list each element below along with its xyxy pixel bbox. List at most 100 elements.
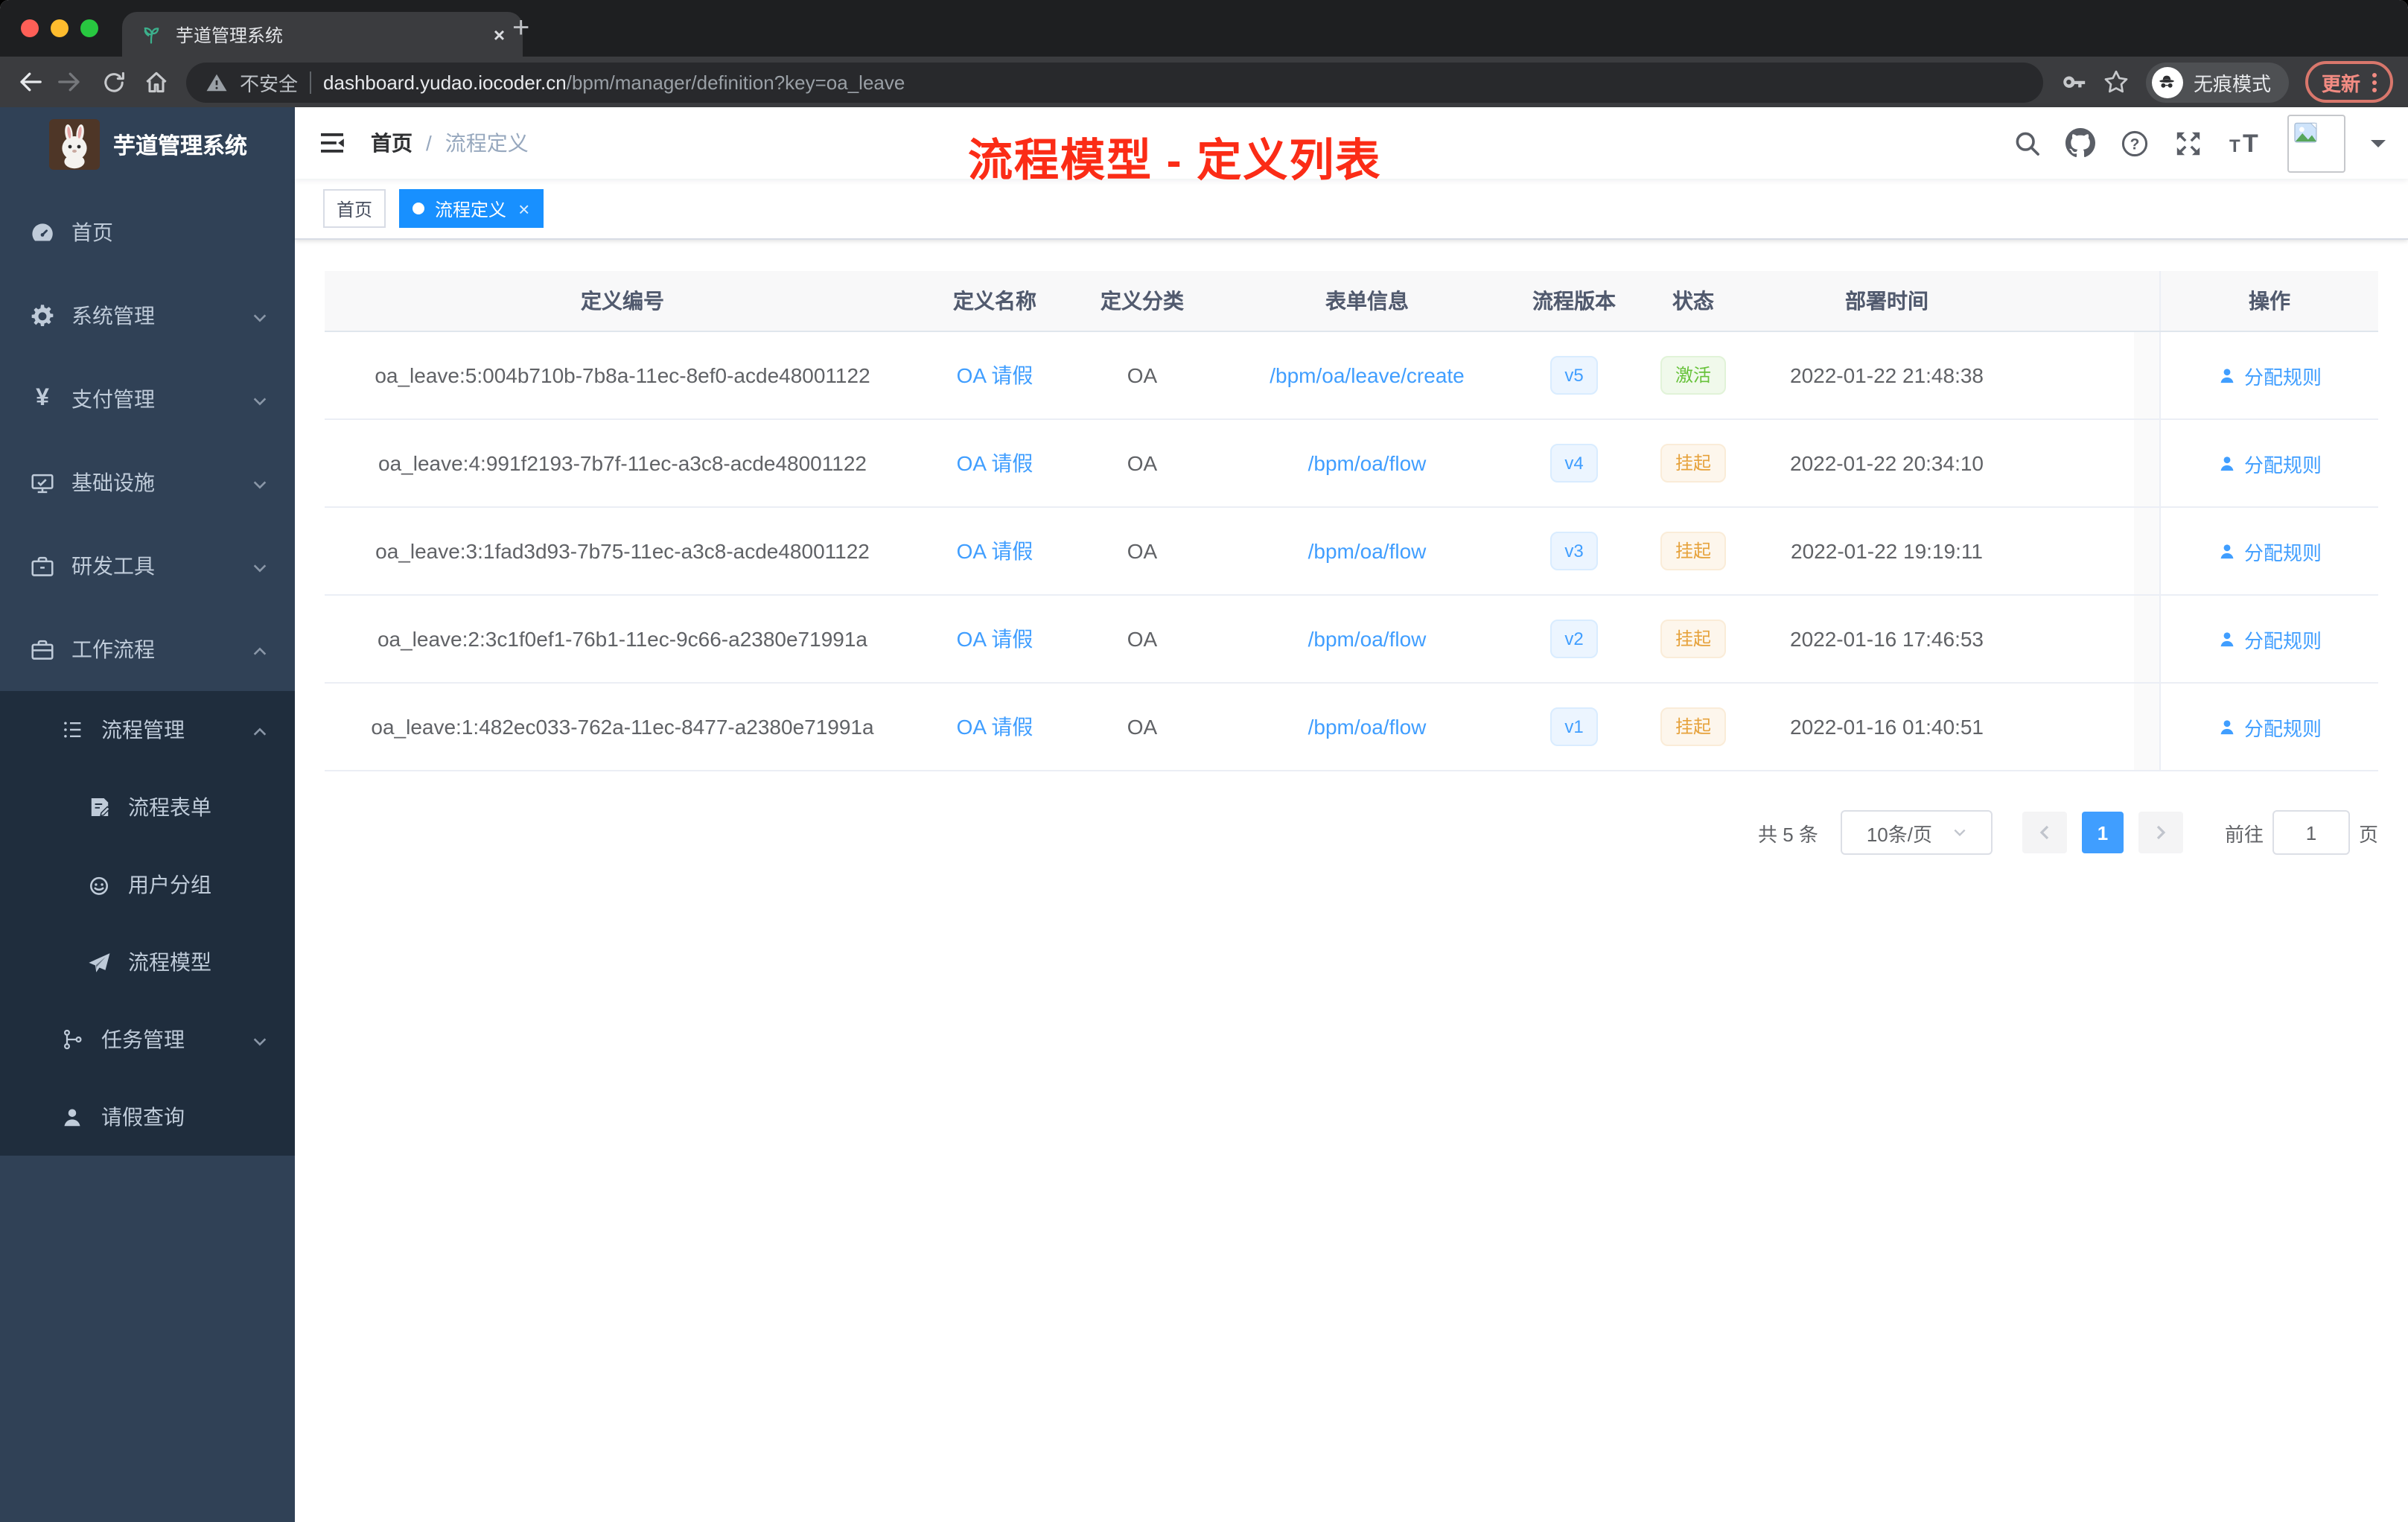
reload-icon[interactable]: [101, 69, 127, 95]
browser-menu-icon[interactable]: [2372, 72, 2377, 92]
back-icon[interactable]: [15, 69, 42, 95]
cell-form-link[interactable]: /bpm/oa/flow: [1308, 627, 1427, 651]
breadcrumb-home[interactable]: 首页: [371, 128, 413, 158]
cell-definition-name-link[interactable]: OA 请假: [957, 712, 1033, 742]
assign-rule-button[interactable]: 分配规则: [2217, 713, 2322, 741]
user-icon: [60, 1104, 85, 1130]
search-icon[interactable]: [2013, 130, 2040, 156]
cell-form-link[interactable]: /bpm/oa/flow: [1308, 539, 1427, 563]
minimize-window-button[interactable]: [51, 19, 69, 37]
sidebar-item-label: 首页: [71, 220, 113, 244]
address-bar[interactable]: 不安全 dashboard.yudao.iocoder.cn/bpm/manag…: [186, 62, 2043, 102]
cell-deploy-time: 2022-01-22 20:34:10: [1790, 451, 1984, 475]
column-header: 操作: [2159, 271, 2378, 331]
sidebar-item-task-management[interactable]: 任务管理: [0, 1001, 295, 1078]
tab-title: 芋道管理系统: [176, 25, 284, 45]
cell-form-link[interactable]: /bpm/oa/leave/create: [1270, 363, 1465, 387]
tag-home[interactable]: 首页: [323, 189, 386, 228]
assign-rule-button[interactable]: 分配规则: [2217, 625, 2322, 653]
assign-rule-button[interactable]: 分配规则: [2217, 361, 2322, 389]
security-label[interactable]: 不安全: [240, 68, 298, 96]
cell-deploy-time: 2022-01-22 21:48:38: [1790, 363, 1984, 387]
breadcrumb-separator: /: [426, 131, 432, 155]
sidebar-item-label: 用户分组: [128, 873, 211, 897]
bookmark-star-icon[interactable]: [2103, 69, 2130, 95]
sidebar-item-dev-tools[interactable]: 研发工具: [0, 524, 295, 608]
prev-page-button[interactable]: [2022, 812, 2067, 853]
url-text[interactable]: dashboard.yudao.iocoder.cn/bpm/manager/d…: [323, 71, 905, 93]
tab-close-icon[interactable]: ×: [494, 23, 505, 45]
browser-update-button[interactable]: 更新: [2305, 61, 2393, 103]
hamburger-icon[interactable]: [317, 128, 347, 158]
page-size-value: 10条/页: [1866, 823, 1932, 845]
forward-icon[interactable]: [58, 69, 85, 95]
goto-page-input[interactable]: [2272, 810, 2350, 855]
sidebar-item-label: 流程表单: [128, 795, 211, 819]
app-root: 芋道管理系统 首页 系统管理 ¥ 支付管理 基础设施 研发工具 工作流程 流程管…: [0, 107, 2408, 1522]
tag-label: 首页: [337, 199, 373, 220]
sidebar-item-process-management[interactable]: 流程管理: [0, 691, 295, 768]
sidebar-item-process-model[interactable]: 流程模型: [0, 923, 295, 1001]
sidebar-item-payment[interactable]: ¥ 支付管理: [0, 357, 295, 441]
sidebar: 芋道管理系统 首页 系统管理 ¥ 支付管理 基础设施 研发工具 工作流程 流程管…: [0, 107, 295, 1522]
assign-rule-button[interactable]: 分配规则: [2217, 537, 2322, 565]
cell-deploy-time: 2022-01-22 19:19:11: [1791, 539, 1983, 563]
help-icon[interactable]: ?: [2121, 129, 2149, 157]
password-key-icon[interactable]: [2060, 69, 2086, 95]
url-path: /bpm/manager/definition?key=oa_leave: [566, 71, 905, 93]
sidebar-item-leave-query[interactable]: 请假查询: [0, 1078, 295, 1156]
column-header: 表单信息: [1325, 289, 1409, 313]
zoom-window-button[interactable]: [80, 19, 98, 37]
sidebar-item-workflow[interactable]: 工作流程: [0, 608, 295, 691]
page-size-select[interactable]: 10条/页: [1840, 810, 1993, 855]
tag-process-definition[interactable]: 流程定义 ×: [399, 189, 544, 228]
assign-rule-button[interactable]: 分配规则: [2217, 449, 2322, 477]
home-icon[interactable]: [143, 69, 170, 95]
avatar[interactable]: [2287, 114, 2345, 172]
avatar-caret-icon[interactable]: [2371, 139, 2386, 154]
page-number-current[interactable]: 1: [2081, 812, 2124, 853]
close-window-button[interactable]: [21, 19, 39, 37]
new-tab-button[interactable]: +: [512, 13, 529, 43]
yen-icon: ¥: [36, 386, 49, 411]
column-header: 定义分类: [1101, 289, 1184, 313]
fullscreen-icon[interactable]: [2174, 129, 2202, 157]
sidebar-item-label: 流程模型: [128, 950, 211, 974]
cell-definition-id: oa_leave:3:1fad3d93-7b75-11ec-a3c8-acde4…: [375, 539, 870, 563]
font-size-icon[interactable]: TT: [2228, 128, 2262, 158]
app-title: 芋道管理系统: [113, 133, 248, 159]
not-secure-warning-icon[interactable]: [206, 71, 228, 93]
table-row: oa_leave:4:991f2193-7b7f-11ec-a3c8-acde4…: [325, 420, 2378, 508]
sidebar-logo[interactable]: 芋道管理系统: [0, 107, 295, 182]
cell-form-link[interactable]: /bpm/oa/flow: [1308, 451, 1427, 475]
cell-definition-name-link[interactable]: OA 请假: [957, 360, 1033, 390]
briefcase-icon: [30, 637, 55, 662]
cell-definition-name-link[interactable]: OA 请假: [957, 536, 1033, 566]
sidebar-item-label: 系统管理: [71, 304, 155, 328]
github-icon[interactable]: [2065, 128, 2095, 158]
cell-definition-name-link[interactable]: OA 请假: [957, 624, 1033, 654]
main-area: 流程模型 - 定义列表 首页 / 流程定义 ? T T 首页 流程定义 × 定义…: [295, 107, 2408, 1522]
sidebar-item-label: 任务管理: [101, 1028, 185, 1051]
cell-definition-id: oa_leave:2:3c1f0ef1-76b1-11ec-9c66-a2380…: [377, 627, 867, 651]
sidebar-item-infrastructure[interactable]: 基础设施: [0, 441, 295, 524]
page-content: 定义编号 定义名称 定义分类 表单信息 流程版本 状态 部署时间 操作 oa_l…: [295, 240, 2408, 855]
tag-close-icon[interactable]: ×: [518, 199, 529, 218]
sidebar-item-home[interactable]: 首页: [0, 191, 295, 274]
tree-icon: [60, 1028, 85, 1051]
assign-rule-label: 分配规则: [2243, 717, 2322, 739]
table-header: 定义编号 定义名称 定义分类 表单信息 流程版本 状态 部署时间 操作: [325, 271, 2378, 332]
status-badge: 挂起: [1660, 444, 1726, 483]
cell-form-link[interactable]: /bpm/oa/flow: [1308, 715, 1427, 739]
browser-tab[interactable]: 芋道管理系统 ×: [122, 12, 523, 57]
version-badge: v1: [1549, 707, 1599, 746]
sidebar-item-user-group[interactable]: 用户分组: [0, 846, 295, 923]
update-label[interactable]: 更新: [2322, 68, 2360, 96]
next-page-button[interactable]: [2138, 812, 2183, 853]
sidebar-item-label: 支付管理: [71, 387, 155, 411]
chevron-down-icon: [252, 474, 268, 497]
sidebar-item-process-form[interactable]: 流程表单: [0, 768, 295, 846]
column-header: 流程版本: [1532, 289, 1616, 313]
sidebar-item-system[interactable]: 系统管理: [0, 274, 295, 357]
cell-definition-name-link[interactable]: OA 请假: [957, 448, 1033, 478]
